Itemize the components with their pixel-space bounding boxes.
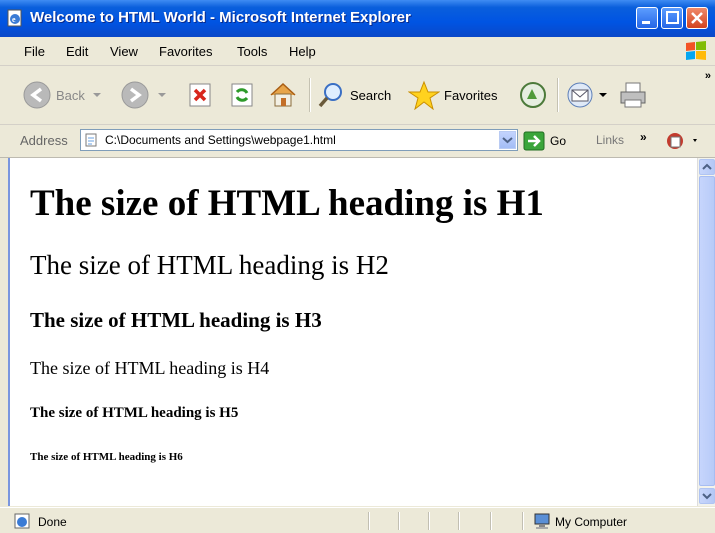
forward-arrow-icon	[121, 81, 149, 109]
ie-page-icon: e	[7, 9, 22, 27]
menu-view[interactable]: View	[110, 44, 138, 59]
svg-text:e: e	[12, 15, 16, 24]
minimize-icon	[642, 21, 650, 24]
toolbar-separator	[309, 78, 311, 112]
chevron-down-icon	[502, 137, 513, 144]
window-title: Welcome to HTML World - Microsoft Intern…	[30, 9, 411, 26]
menu-favorites[interactable]: Favorites	[159, 44, 212, 59]
links-more-chevron[interactable]: »	[640, 130, 647, 144]
menu-help[interactable]: Help	[289, 44, 316, 59]
page-content: The size of HTML heading is H1 The size …	[8, 158, 697, 506]
chevron-down-icon	[92, 93, 101, 97]
toolbar-separator	[557, 78, 559, 112]
standard-toolbar: Back Search Favorites	[0, 66, 715, 125]
address-dropdown-button[interactable]	[499, 131, 516, 149]
windows-logo-icon	[686, 41, 706, 60]
heading-h4: The size of HTML heading is H4	[30, 358, 270, 378]
favorites-label: Favorites	[444, 87, 498, 103]
heading-h3: The size of HTML heading is H3	[30, 308, 322, 332]
status-separator	[458, 512, 460, 530]
go-button[interactable]: Go	[523, 131, 566, 151]
pdf-convert-button[interactable]	[665, 131, 699, 154]
maximize-icon	[666, 11, 679, 24]
document-icon	[85, 133, 97, 147]
media-button[interactable]	[518, 78, 548, 112]
toolbar-more-chevron[interactable]: »	[705, 70, 711, 82]
chevron-down-icon	[599, 93, 607, 97]
refresh-icon	[231, 83, 253, 107]
go-label: Go	[550, 134, 567, 148]
chevron-down-icon	[702, 493, 712, 500]
status-separator	[522, 512, 524, 530]
vertical-scrollbar[interactable]	[697, 158, 715, 506]
search-button[interactable]: Search	[316, 78, 391, 112]
heading-h6: The size of HTML heading is H6	[30, 451, 183, 463]
search-icon	[318, 83, 342, 108]
heading-h2: The size of HTML heading is H2	[30, 250, 389, 280]
maximize-button[interactable]	[661, 7, 683, 29]
chevron-down-icon	[158, 93, 166, 97]
forward-button[interactable]	[120, 78, 168, 112]
menu-tools[interactable]: Tools	[237, 44, 267, 59]
address-bar: Address C:\Documents and Settings\webpag…	[0, 125, 715, 158]
back-button[interactable]: Back	[22, 78, 103, 112]
links-button[interactable]: Links	[596, 133, 624, 147]
pdf-icon	[667, 133, 697, 149]
address-value: C:\Documents and Settings\webpage1.html	[105, 133, 336, 147]
menu-edit[interactable]: Edit	[66, 44, 88, 59]
mail-icon	[567, 82, 593, 108]
chevron-up-icon	[702, 163, 712, 170]
status-separator	[398, 512, 400, 530]
heading-h1: The size of HTML heading is H1	[30, 183, 544, 224]
minimize-button[interactable]	[636, 7, 658, 29]
favorites-button[interactable]: Favorites	[408, 78, 497, 112]
star-icon	[408, 80, 440, 110]
status-separator	[490, 512, 492, 530]
menu-file[interactable]: File	[24, 44, 45, 59]
home-button[interactable]	[268, 78, 298, 112]
security-zone-label: My Computer	[555, 515, 628, 529]
mail-button[interactable]	[566, 78, 608, 112]
back-arrow-icon	[23, 81, 51, 109]
ie-page-icon	[14, 513, 30, 529]
media-icon	[520, 82, 546, 108]
browser-window: e Welcome to HTML World - Microsoft Inte…	[0, 0, 715, 533]
close-icon	[691, 12, 703, 24]
printer-icon	[620, 82, 646, 108]
close-button[interactable]	[686, 7, 708, 29]
address-input[interactable]: C:\Documents and Settings\webpage1.html	[80, 129, 518, 151]
refresh-button[interactable]	[228, 78, 256, 112]
status-text: Done	[38, 515, 67, 529]
back-label: Back	[56, 87, 85, 103]
status-separator	[428, 512, 430, 530]
title-bar[interactable]: e Welcome to HTML World - Microsoft Inte…	[0, 0, 715, 37]
scroll-up-button[interactable]	[699, 159, 715, 175]
computer-icon	[534, 513, 550, 529]
print-button[interactable]	[618, 78, 648, 112]
search-label: Search	[350, 87, 392, 103]
address-label: Address	[20, 133, 68, 148]
scroll-down-button[interactable]	[699, 488, 715, 504]
go-arrow-icon	[523, 131, 545, 151]
stop-button[interactable]	[186, 78, 214, 112]
stop-icon	[189, 83, 211, 107]
status-separator	[368, 512, 370, 530]
status-bar: Done My Computer	[0, 507, 715, 533]
menu-bar: File Edit View Favorites Tools Help	[0, 37, 715, 66]
home-icon	[270, 82, 296, 107]
scroll-thumb[interactable]	[699, 176, 715, 486]
heading-h5: The size of HTML heading is H5	[30, 405, 239, 421]
